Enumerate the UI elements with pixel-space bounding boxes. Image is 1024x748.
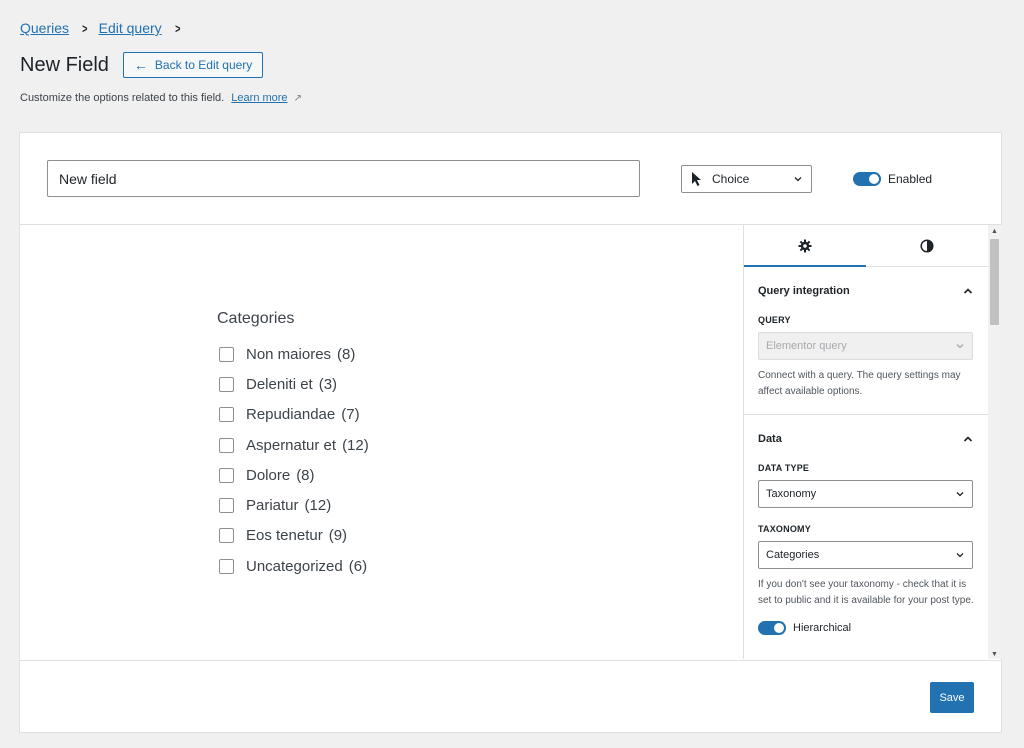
category-option-label: Aspernatur et	[246, 436, 337, 454]
checkbox[interactable]	[219, 437, 234, 453]
save-button[interactable]: Save	[930, 682, 974, 713]
category-option-label: Non maiores	[246, 345, 332, 363]
data-panel: Data DATA TYPE Taxonomy TAXONOMY Categor…	[744, 415, 988, 635]
settings-sidebar: Query integration QUERY Elementor query …	[743, 225, 988, 659]
enabled-label: Enabled	[888, 172, 933, 186]
category-option-count: (12)	[304, 497, 332, 515]
query-integration-panel: Query integration QUERY Elementor query …	[744, 267, 988, 415]
chevron-up-icon	[963, 436, 973, 442]
scroll-down-arrow-icon[interactable]: ▼	[991, 651, 998, 658]
contrast-icon	[920, 238, 934, 253]
tab-settings[interactable]	[744, 225, 866, 267]
field-preview: Categories Non maiores (8) Deleniti et (3) R…	[20, 226, 743, 660]
cursor-icon	[692, 172, 701, 186]
category-option-count: (9)	[328, 527, 348, 545]
data-type-label: DATA TYPE	[758, 463, 810, 473]
scrollbar-thumb[interactable]	[990, 239, 999, 325]
data-panel-title: Data	[758, 433, 782, 445]
chevron-right-icon: >	[82, 20, 88, 36]
category-option[interactable]: Uncategorized (6)	[219, 551, 369, 581]
tab-style[interactable]	[866, 225, 988, 266]
checkbox[interactable]	[219, 528, 234, 544]
taxonomy-label: TAXONOMY	[758, 524, 811, 534]
category-option[interactable]: Pariatur (12)	[219, 490, 369, 520]
chevron-down-icon	[956, 492, 964, 497]
category-option-label: Eos tenetur	[246, 527, 323, 545]
category-option-count: (6)	[348, 557, 368, 575]
category-option[interactable]: Non maiores (8)	[219, 339, 369, 369]
checkbox[interactable]	[219, 467, 234, 483]
breadcrumb-edit-query-link[interactable]: Edit query	[99, 20, 162, 36]
page-title: New Field	[20, 53, 109, 76]
checkbox[interactable]	[219, 376, 234, 392]
sidebar-tabs	[744, 225, 988, 267]
category-option-count: (8)	[296, 466, 315, 484]
checkbox[interactable]	[219, 346, 234, 362]
category-option-count: (7)	[341, 406, 360, 424]
hierarchical-label: Hierarchical	[793, 622, 852, 634]
query-integration-title: Query integration	[758, 285, 850, 297]
checkbox[interactable]	[219, 407, 234, 423]
sidebar-scrollbar[interactable]: ▲ ▼	[988, 225, 1002, 659]
chevron-down-icon	[956, 553, 964, 558]
category-option-count: (12)	[342, 436, 369, 454]
category-option-label: Pariatur	[246, 497, 299, 515]
preview-title: Categories	[217, 310, 295, 327]
chevron-down-icon	[956, 344, 964, 349]
query-integration-header[interactable]: Query integration	[758, 267, 974, 315]
data-type-select[interactable]: Taxonomy	[758, 480, 973, 508]
enabled-toggle[interactable]	[853, 172, 881, 186]
back-button-label: Back to Edit query	[154, 58, 253, 72]
chevron-up-icon	[963, 288, 973, 294]
taxonomy-select[interactable]: Categories	[758, 541, 973, 569]
query-help-text: Connect with a query. The query settings…	[758, 370, 961, 397]
query-label: QUERY	[758, 315, 791, 325]
category-option-label: Deleniti et	[246, 375, 313, 393]
taxonomy-help-text: If you don't see your taxonomy - check t…	[758, 579, 974, 606]
taxonomy-value: Categories	[766, 549, 820, 561]
breadcrumb-queries-link[interactable]: Queries	[20, 20, 69, 36]
scroll-up-arrow-icon[interactable]: ▲	[991, 228, 998, 235]
enabled-toggle-group: Enabled	[853, 172, 932, 186]
category-option-count: (8)	[337, 345, 356, 363]
checkbox[interactable]	[219, 498, 234, 514]
category-checkbox-list: Non maiores (8) Deleniti et (3) Repudiandae (…	[219, 339, 369, 581]
category-option-label: Dolore	[246, 466, 291, 484]
query-select-value: Elementor query	[766, 340, 847, 352]
arrow-left-icon: ←	[133, 57, 148, 73]
category-option[interactable]: Repudiandae (7)	[219, 400, 369, 430]
back-to-edit-query-button[interactable]: ← Back to Edit query	[122, 52, 264, 78]
hierarchical-toggle[interactable]	[758, 621, 786, 635]
checkbox[interactable]	[219, 558, 234, 574]
card-footer: Save	[20, 660, 1001, 733]
learn-more-link[interactable]: Learn more	[231, 92, 287, 104]
chevron-down-icon	[794, 177, 802, 182]
data-type-value: Taxonomy	[766, 488, 817, 500]
field-name-input[interactable]	[47, 160, 640, 197]
category-option[interactable]: Deleniti et (3)	[219, 369, 369, 399]
category-option[interactable]: Dolore (8)	[219, 460, 369, 490]
title-row: New Field ← Back to Edit query	[20, 52, 264, 78]
field-editor-card: Choice Enabled Categories Non maiores (8)…	[19, 132, 1002, 733]
query-select: Elementor query	[758, 332, 973, 360]
field-type-value: Choice	[712, 172, 750, 186]
external-link-icon: ↗	[293, 93, 303, 104]
gear-icon	[798, 239, 812, 252]
field-settings-bar: Choice Enabled	[20, 133, 1001, 225]
description-text: Customize the options related to this fi…	[20, 92, 225, 104]
data-panel-header[interactable]: Data	[758, 415, 974, 463]
category-option[interactable]: Aspernatur et (12)	[219, 430, 369, 460]
category-option-label: Uncategorized	[246, 557, 343, 575]
breadcrumb: Queries > Edit query >	[20, 20, 191, 36]
field-type-select[interactable]: Choice	[681, 165, 812, 193]
page-description: Customize the options related to this fi…	[20, 92, 302, 104]
category-option-label: Repudiandae	[246, 406, 336, 424]
category-option[interactable]: Eos tenetur (9)	[219, 521, 369, 551]
hierarchical-toggle-group: Hierarchical	[758, 621, 974, 635]
chevron-right-icon: >	[174, 20, 181, 36]
category-option-count: (3)	[318, 375, 338, 393]
